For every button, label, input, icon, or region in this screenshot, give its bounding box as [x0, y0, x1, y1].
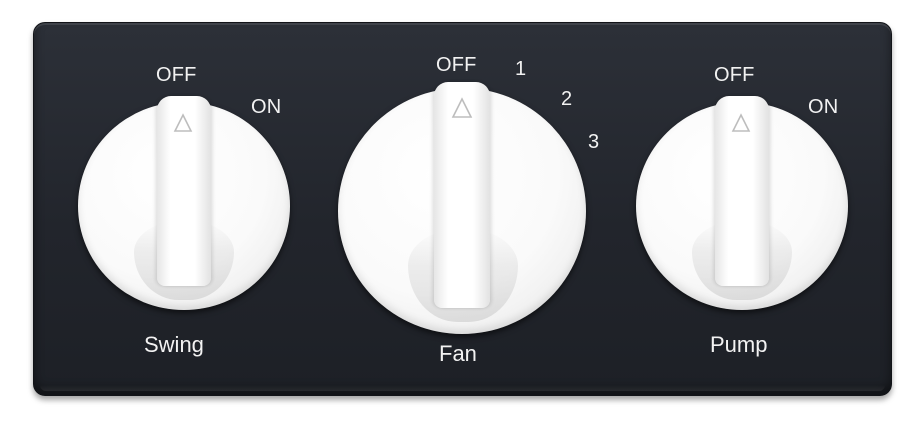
fan-speed-2-label: 2: [561, 88, 573, 110]
fan-knob[interactable]: [338, 82, 586, 334]
swing-off-label: OFF: [156, 64, 197, 86]
swing-knob-name: Swing: [144, 332, 204, 357]
fan-speed-3-label: 3: [588, 131, 600, 153]
pump-on-label: ON: [808, 96, 839, 118]
swing-knob[interactable]: [78, 96, 290, 310]
fan-speed-1-label: 1: [515, 58, 527, 80]
pump-off-label: OFF: [714, 64, 755, 86]
swing-on-label: ON: [251, 96, 282, 118]
fan-knob-name: Fan: [439, 341, 477, 366]
pump-knob-name: Pump: [710, 332, 768, 357]
control-panel-stage: OFF ON Swing OFF 1 2 3 Fan OFF ON Pump: [0, 0, 923, 423]
pump-knob[interactable]: [636, 96, 848, 310]
fan-off-label: OFF: [436, 54, 477, 76]
